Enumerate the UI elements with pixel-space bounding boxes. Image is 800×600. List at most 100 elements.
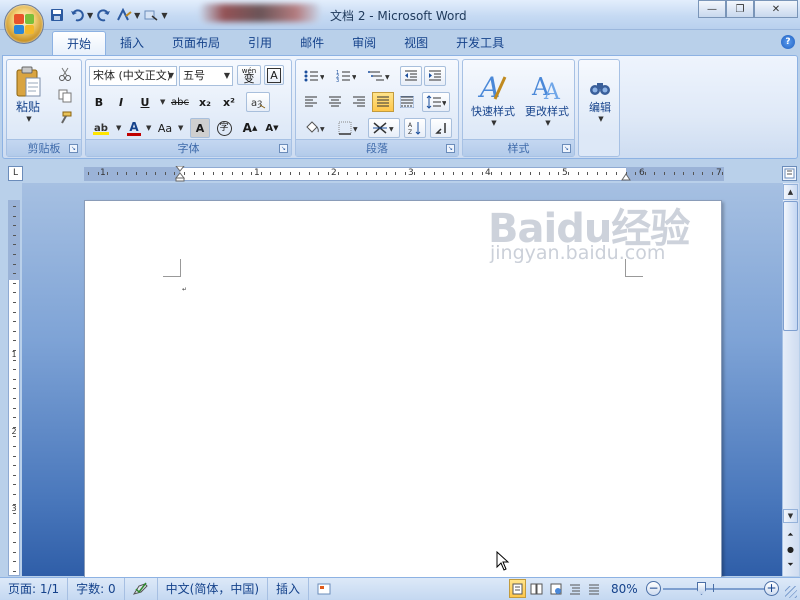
- view-ruler-icon[interactable]: [782, 166, 797, 181]
- previous-page-icon[interactable]: ⏶: [783, 528, 798, 542]
- superscript-button[interactable]: x²: [218, 92, 240, 112]
- format-painter-icon[interactable]: [55, 108, 75, 128]
- tab-3[interactable]: 引用: [234, 31, 286, 55]
- copy-icon[interactable]: [55, 86, 75, 106]
- font-size-select[interactable]: 五号 ▼: [179, 66, 233, 86]
- status-mode[interactable]: 插入: [268, 577, 310, 600]
- show-hide-marks-button[interactable]: [430, 118, 452, 138]
- indent-marker-icon[interactable]: [174, 165, 186, 182]
- align-left-button[interactable]: [300, 92, 322, 112]
- font-name-select[interactable]: 宋体 (中文正文) ▼: [89, 66, 177, 86]
- increase-indent-button[interactable]: [424, 66, 446, 86]
- change-case-button[interactable]: Aa: [154, 118, 176, 138]
- phonetic-guide-button[interactable]: wén 变: [237, 65, 261, 85]
- resize-grip[interactable]: [785, 586, 797, 598]
- paste-button[interactable]: 粘贴 ▼: [11, 64, 45, 124]
- status-page[interactable]: 页面: 1/1: [0, 577, 69, 600]
- full-screen-reading-view-icon[interactable]: [528, 579, 545, 598]
- shrink-font-button[interactable]: A ▼: [262, 118, 282, 138]
- tab-0[interactable]: 开始: [52, 31, 107, 55]
- change-styles-button[interactable]: AA 更改样式 ▼: [520, 63, 574, 135]
- document-page[interactable]: [84, 200, 722, 580]
- clipboard-launcher-icon[interactable]: ↘: [69, 144, 78, 153]
- vertical-ruler-tick: [13, 350, 16, 351]
- help-icon[interactable]: ?: [781, 35, 795, 49]
- tab-selector[interactable]: L: [8, 166, 23, 181]
- status-words[interactable]: 字数: 0: [68, 577, 125, 600]
- grow-font-button[interactable]: A ▲: [240, 118, 260, 138]
- qat-dropdown-icon[interactable]: ▼: [134, 11, 140, 20]
- tab-1[interactable]: 插入: [106, 31, 158, 55]
- font-color-button[interactable]: A: [124, 118, 144, 138]
- italic-button[interactable]: I: [111, 92, 131, 112]
- save-icon[interactable]: [48, 5, 66, 25]
- scroll-thumb[interactable]: [783, 201, 798, 331]
- restore-button[interactable]: ❐: [726, 0, 754, 18]
- close-button[interactable]: ✕: [754, 0, 798, 18]
- align-right-button[interactable]: [348, 92, 370, 112]
- tab-5[interactable]: 审阅: [338, 31, 390, 55]
- text-effects-button[interactable]: aȝ: [246, 92, 270, 112]
- zoom-in-button[interactable]: +: [764, 581, 779, 596]
- macro-recording-icon[interactable]: [309, 578, 339, 600]
- subscript-button[interactable]: x₂: [194, 92, 216, 112]
- numbering-button[interactable]: 1 2 3 ▼: [332, 66, 360, 86]
- highlight-dropdown-icon[interactable]: ▼: [116, 124, 121, 132]
- office-button[interactable]: [4, 4, 44, 44]
- change-case-dropdown-icon[interactable]: ▼: [178, 124, 183, 132]
- paste-dropdown-icon[interactable]: ▼: [26, 115, 31, 123]
- chinese-layout-button[interactable]: ▼: [368, 118, 400, 138]
- scroll-up-button[interactable]: ▲: [783, 184, 798, 200]
- draft-view-icon[interactable]: [585, 579, 602, 598]
- status-language[interactable]: 中文(简体，中国): [158, 577, 269, 600]
- multilevel-list-button[interactable]: ▼: [364, 66, 394, 86]
- redo-icon[interactable]: [95, 5, 113, 25]
- zoom-slider-track[interactable]: [663, 588, 765, 590]
- borders-button[interactable]: ▼: [334, 118, 364, 138]
- tab-2[interactable]: 页面布局: [158, 31, 234, 55]
- font-launcher-icon[interactable]: ↘: [279, 144, 288, 153]
- distributed-button[interactable]: [396, 92, 418, 112]
- sort-button[interactable]: AZ: [404, 118, 426, 138]
- cut-icon[interactable]: [55, 64, 75, 84]
- zoom-out-button[interactable]: −: [646, 581, 661, 596]
- shading-button[interactable]: ▼: [300, 118, 330, 138]
- justify-button[interactable]: [372, 92, 394, 112]
- highlight-color-button[interactable]: ab: [89, 118, 113, 138]
- format-painter-qat-icon[interactable]: [115, 5, 133, 25]
- print-layout-view-icon[interactable]: [509, 579, 526, 598]
- line-spacing-button[interactable]: ▼: [422, 92, 450, 112]
- undo-dropdown-icon[interactable]: ▼: [87, 11, 93, 20]
- quick-styles-button[interactable]: A 快速样式 ▼: [466, 63, 520, 135]
- underline-dropdown-icon[interactable]: ▼: [160, 98, 165, 106]
- undo-icon[interactable]: [68, 5, 86, 25]
- strikethrough-button[interactable]: abc: [168, 92, 192, 112]
- minimize-button[interactable]: —: [698, 0, 726, 18]
- scroll-down-button[interactable]: ▼: [783, 509, 798, 523]
- proofing-status-icon[interactable]: [125, 577, 158, 600]
- outline-view-icon[interactable]: [566, 579, 583, 598]
- select-browse-object-icon[interactable]: ●: [783, 543, 798, 557]
- web-layout-view-icon[interactable]: [547, 579, 564, 598]
- underline-button[interactable]: U: [134, 92, 156, 112]
- decrease-indent-button[interactable]: [400, 66, 422, 86]
- more-commands-dropdown-icon[interactable]: ▼: [161, 11, 167, 20]
- tab-6[interactable]: 视图: [390, 31, 442, 55]
- tab-4[interactable]: 邮件: [286, 31, 338, 55]
- right-indent-marker-icon[interactable]: [621, 170, 631, 182]
- customize-qat-icon[interactable]: [142, 5, 160, 25]
- zoom-level[interactable]: 80%: [611, 582, 638, 596]
- bold-button[interactable]: B: [89, 92, 109, 112]
- bullets-button[interactable]: ▼: [300, 66, 328, 86]
- paragraph-launcher-icon[interactable]: ↘: [446, 144, 455, 153]
- clear-formatting-button[interactable]: A: [264, 65, 284, 85]
- align-center-button[interactable]: [324, 92, 346, 112]
- editing-button[interactable]: 编辑 ▼: [581, 63, 619, 135]
- character-shading-button[interactable]: A: [190, 118, 210, 138]
- font-color-dropdown-icon[interactable]: ▼: [146, 124, 151, 132]
- tab-7[interactable]: 开发工具: [442, 31, 518, 55]
- styles-launcher-icon[interactable]: ↘: [562, 144, 571, 153]
- ruler-tick: [356, 172, 358, 175]
- enclose-characters-button[interactable]: 字: [214, 118, 234, 138]
- next-page-icon[interactable]: ⏷: [783, 558, 798, 572]
